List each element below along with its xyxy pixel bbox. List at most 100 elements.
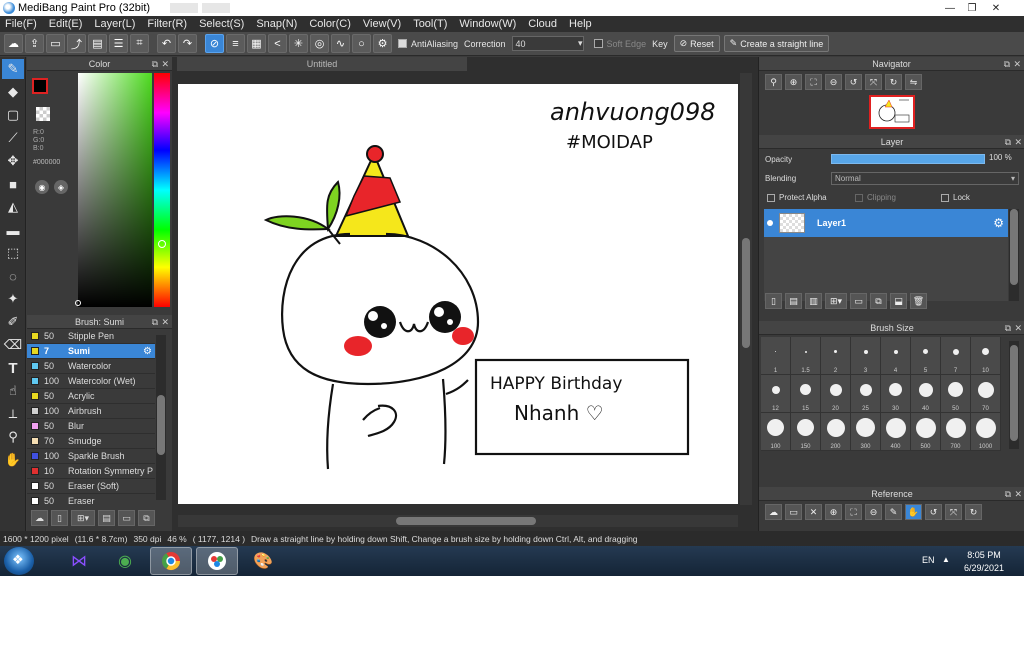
brush-size-option[interactable]: 200 (821, 413, 851, 451)
brush-size-option[interactable]: 40 (911, 375, 941, 413)
foreground-color-swatch[interactable] (32, 78, 48, 94)
brush-size-option[interactable]: 50 (941, 375, 971, 413)
undock-icon[interactable]: ⧉ (1005, 135, 1011, 149)
brush-size-option[interactable]: 3 (851, 337, 881, 375)
duplicate-layer-icon[interactable]: ⧉ (870, 293, 887, 309)
clipping-option[interactable]: Clipping (855, 193, 896, 202)
upload-icon[interactable]: ⇪ (25, 34, 44, 53)
brush-size-option[interactable]: 30 (881, 375, 911, 413)
menu-tool[interactable]: Tool(T) (413, 18, 447, 30)
ref-fit-icon[interactable]: ⛶ (845, 504, 862, 520)
drawing-canvas[interactable]: anhvuong098 #MOIDAP HAPPY Birthday Nhanh… (178, 84, 738, 504)
add-layer-menu-icon[interactable]: ⊞▾ (825, 293, 847, 309)
snap-circle-icon[interactable]: ○ (352, 34, 371, 53)
fit-icon[interactable]: ⛶ (805, 74, 822, 90)
brush-item[interactable]: 70 Smudge (27, 434, 155, 449)
brush-size-option[interactable]: 10 (971, 337, 1001, 375)
reset-view-icon[interactable]: ⤧ (865, 74, 882, 90)
brush-size-option[interactable]: 15 (791, 375, 821, 413)
comment-icon[interactable]: ▭ (46, 34, 65, 53)
brush-list-scrollbar[interactable] (156, 335, 166, 500)
reset-button[interactable]: ⊘ Reset (673, 35, 720, 52)
layer-scrollbar[interactable] (1009, 209, 1019, 301)
brush-size-option[interactable]: 150 (791, 413, 821, 451)
palette-icon[interactable]: ◉ (35, 180, 49, 194)
close-icon[interactable]: ✕ (161, 57, 169, 71)
brush-item[interactable]: 100 Airbrush (27, 404, 155, 419)
brush-folder-icon[interactable]: ▭ (118, 510, 135, 526)
flip-icon[interactable]: ⇋ (905, 74, 922, 90)
tray-expand-icon[interactable]: ▲ (942, 555, 950, 564)
lasso-tool-icon[interactable]: ◌ (2, 266, 24, 286)
select-rect-tool-icon[interactable]: ⬚ (2, 243, 24, 263)
ref-hand-icon[interactable]: ✋ (905, 504, 922, 520)
green-app-icon[interactable]: ◉ (104, 547, 146, 575)
ref-rotate-right-icon[interactable]: ↻ (965, 504, 982, 520)
menu-select[interactable]: Select(S) (199, 18, 244, 30)
undock-icon[interactable]: ⧉ (1005, 321, 1011, 335)
brush-item[interactable]: 50 Blur (27, 419, 155, 434)
close-icon[interactable]: ✕ (1013, 57, 1021, 71)
hue-slider[interactable] (154, 73, 170, 307)
new-layer-icon[interactable]: ▯ (765, 293, 782, 309)
file-icon[interactable]: ▤ (88, 34, 107, 53)
menu-help[interactable]: Help (569, 18, 592, 30)
snap-curve-icon[interactable]: ∿ (331, 34, 350, 53)
menu-view[interactable]: View(V) (363, 18, 401, 30)
snap-parallel-icon[interactable]: ≡ (226, 34, 245, 53)
brush-size-option[interactable]: 1000 (971, 413, 1001, 451)
brush-item[interactable]: 50 Watercolor (27, 359, 155, 374)
close-icon[interactable]: ✕ (1014, 135, 1022, 149)
list-icon[interactable]: ☰ (109, 34, 128, 53)
eraser-tool-icon[interactable]: ◆ (2, 82, 24, 102)
gradient-tool-icon[interactable]: ▬ (2, 220, 24, 240)
snap-concentric-icon[interactable]: ◎ (310, 34, 329, 53)
delete-layer-icon[interactable]: 🗑 (910, 293, 927, 309)
close-icon[interactable]: ✕ (1014, 321, 1022, 335)
menu-snap[interactable]: Snap(N) (256, 18, 297, 30)
new-8bit-layer-icon[interactable]: ▥ (805, 293, 822, 309)
brush-cloud-icon[interactable]: ☁ (31, 510, 48, 526)
hue-cursor[interactable] (158, 240, 166, 248)
start-button[interactable] (4, 547, 34, 575)
brush-item[interactable]: 100 Sparkle Brush (27, 449, 155, 464)
brush-size-option[interactable]: 25 (851, 375, 881, 413)
medibang-taskbar-icon[interactable] (196, 547, 238, 575)
minimize-button[interactable]: — (940, 0, 960, 16)
rotate-left-icon[interactable]: ↺ (845, 74, 862, 90)
create-straight-line-button[interactable]: ✎ Create a straight line (723, 35, 830, 52)
brush-item[interactable]: 50 Eraser (Soft) (27, 479, 155, 494)
soft-edge-checkbox[interactable] (593, 39, 603, 48)
brush-item[interactable]: 10 Rotation Symmetry P (27, 464, 155, 479)
zoom-out-icon[interactable]: ⊖ (825, 74, 842, 90)
zoom-icon[interactable]: ⚲ (765, 74, 782, 90)
visibility-icon[interactable] (767, 220, 773, 226)
lock-option[interactable]: Lock (941, 193, 970, 202)
document-tab[interactable]: Untitled (177, 57, 467, 71)
saturation-value-picker[interactable] (78, 73, 152, 307)
menu-color[interactable]: Color(C) (309, 18, 351, 30)
share-icon[interactable]: ⤴ (67, 34, 86, 53)
brush-item[interactable]: 50 Stipple Pen (27, 329, 155, 344)
add-brush-icon[interactable]: ⊞▾ (71, 510, 95, 526)
dot-tool-icon[interactable]: ▢ (2, 105, 24, 125)
layer-gear-icon[interactable]: ⚙ (993, 216, 1004, 230)
magic-wand-tool-icon[interactable]: ✦ (2, 289, 24, 309)
duplicate-brush-icon[interactable]: ⧉ (138, 510, 155, 526)
redo-icon[interactable]: ↷ (178, 34, 197, 53)
ref-cloud-icon[interactable]: ☁ (765, 504, 782, 520)
correction-select[interactable]: 40 ▾ (511, 36, 584, 51)
brush-tool-icon[interactable]: ✎ (2, 59, 24, 79)
undock-icon[interactable]: ⧉ (1004, 57, 1010, 71)
new-folder-icon[interactable]: ▭ (850, 293, 867, 309)
snap-off-icon[interactable]: ⊘ (205, 34, 224, 53)
brush-settings-icon[interactable]: ▤ (98, 510, 115, 526)
ref-open-icon[interactable]: ▭ (785, 504, 802, 520)
crop-icon[interactable]: ⌗ (130, 34, 149, 53)
clock[interactable]: 8:05 PM 6/29/2021 (960, 549, 1008, 575)
brush-size-option[interactable]: 1 (761, 337, 791, 375)
ref-close-icon[interactable]: ✕ (805, 504, 822, 520)
visual-studio-icon[interactable]: ⋈ (58, 547, 100, 575)
brush-size-option[interactable]: 7 (941, 337, 971, 375)
undock-icon[interactable]: ⧉ (152, 57, 158, 71)
